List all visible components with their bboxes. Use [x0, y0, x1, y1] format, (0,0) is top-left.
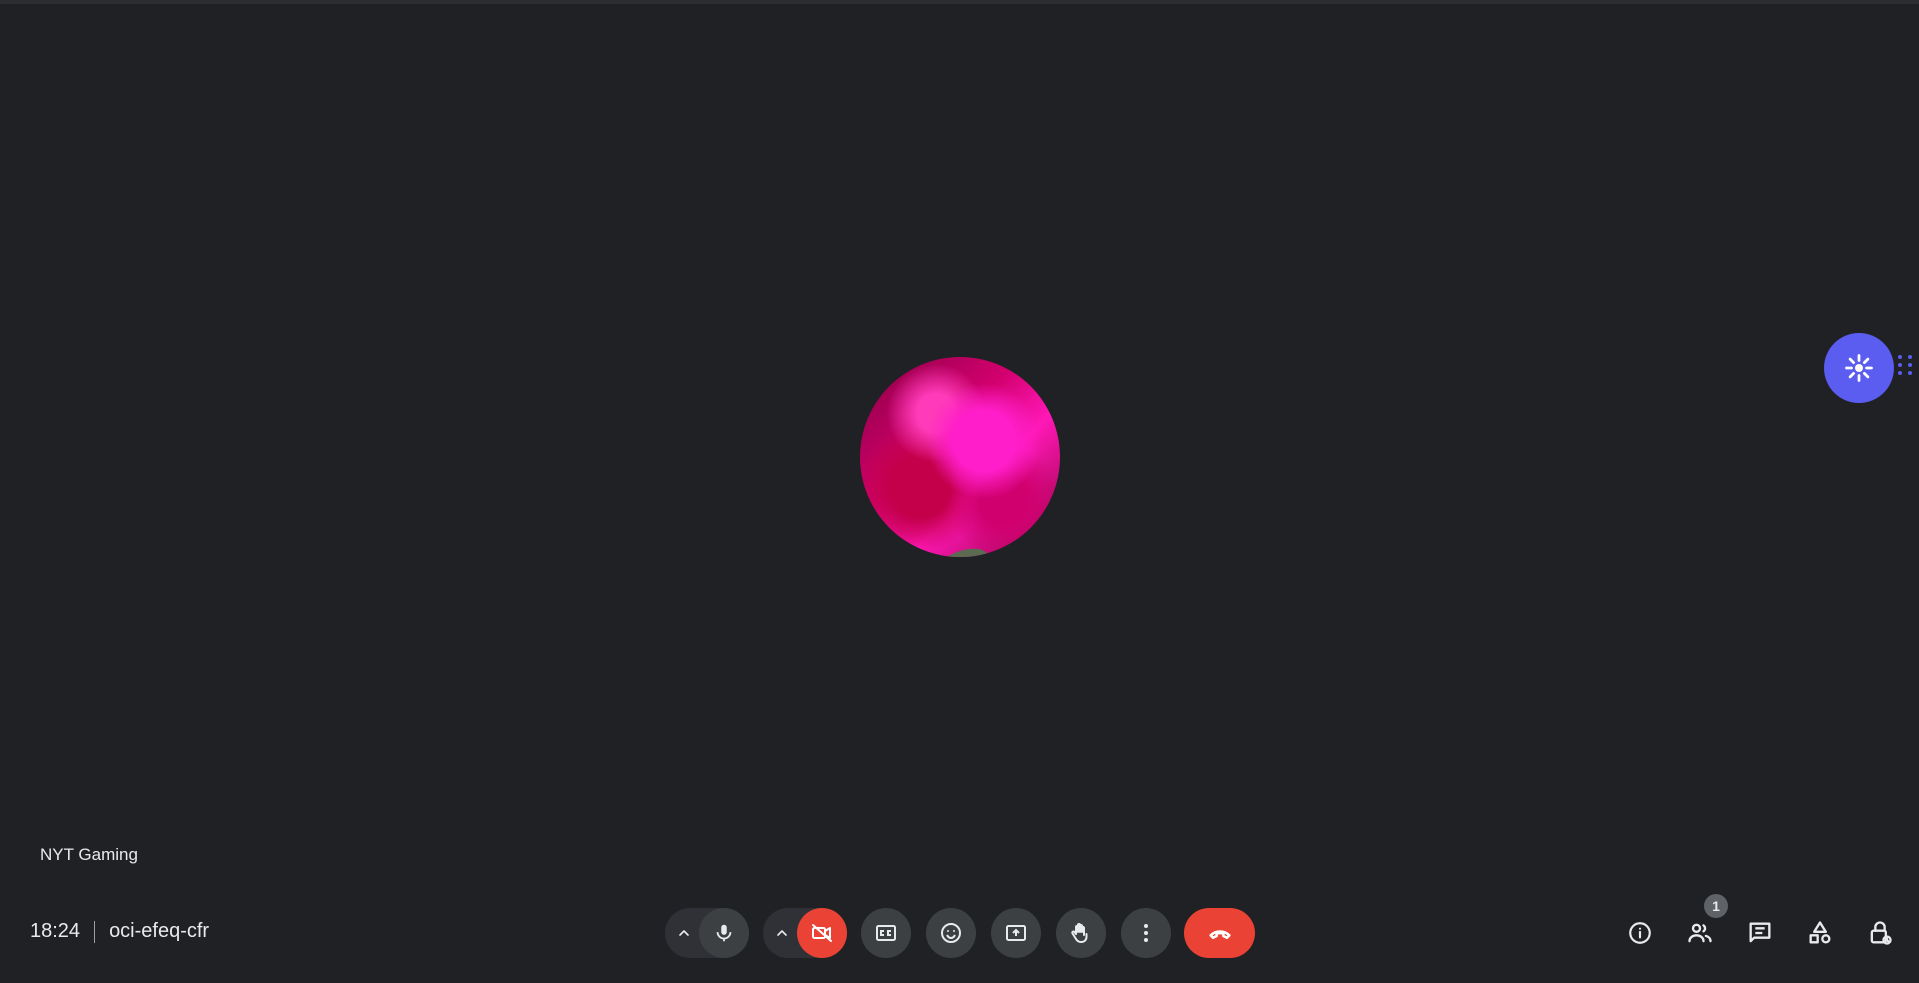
- video-controls: [763, 908, 847, 958]
- raise-hand-icon: [1069, 921, 1093, 945]
- activities-icon: [1806, 919, 1834, 947]
- divider: [94, 920, 96, 943]
- info-icon: [1627, 920, 1653, 946]
- meeting-details-button[interactable]: [1619, 912, 1661, 954]
- people-button[interactable]: 1: [1679, 894, 1728, 954]
- reactions-button[interactable]: [926, 908, 976, 958]
- raise-hand-button[interactable]: [1056, 908, 1106, 958]
- video-options-button[interactable]: [763, 908, 801, 958]
- effects-button[interactable]: [1824, 333, 1894, 403]
- meeting-info: 18:24 oci-efeq-cfr: [30, 920, 209, 943]
- host-controls-icon: [1866, 919, 1894, 947]
- present-button[interactable]: [991, 908, 1041, 958]
- meeting-time: 18:24: [30, 920, 81, 942]
- host-controls-button[interactable]: [1859, 912, 1901, 954]
- more-options-icon: [1134, 921, 1158, 945]
- camera-off-icon: [810, 921, 834, 945]
- emoji-icon: [939, 921, 963, 945]
- microphone-icon: [713, 922, 735, 944]
- chat-button[interactable]: [1739, 912, 1781, 954]
- sparkle-icon: [1844, 353, 1874, 383]
- call-controls: [665, 908, 1255, 958]
- drag-handle-icon[interactable]: [1898, 355, 1912, 381]
- microphone-button[interactable]: [699, 908, 749, 958]
- more-options-button[interactable]: [1121, 908, 1171, 958]
- meeting-tools: 1: [1619, 894, 1901, 954]
- chevron-up-icon: [774, 925, 790, 941]
- captions-button[interactable]: [861, 908, 911, 958]
- people-icon: [1686, 919, 1714, 947]
- chat-icon: [1746, 919, 1774, 947]
- video-stage: [0, 4, 1919, 884]
- participant-count-badge: 1: [1704, 894, 1728, 918]
- hang-up-icon: [1206, 919, 1234, 947]
- participant-avatar: [860, 357, 1060, 557]
- meeting-code: oci-efeq-cfr: [109, 920, 210, 942]
- activities-button[interactable]: [1799, 912, 1841, 954]
- participant-name: NYT Gaming: [40, 845, 138, 864]
- captions-icon: [874, 921, 898, 945]
- audio-controls: [665, 908, 749, 958]
- present-icon: [1004, 921, 1028, 945]
- camera-button[interactable]: [797, 908, 847, 958]
- audio-options-button[interactable]: [665, 908, 703, 958]
- chevron-up-icon: [676, 925, 692, 941]
- leave-call-button[interactable]: [1184, 908, 1255, 958]
